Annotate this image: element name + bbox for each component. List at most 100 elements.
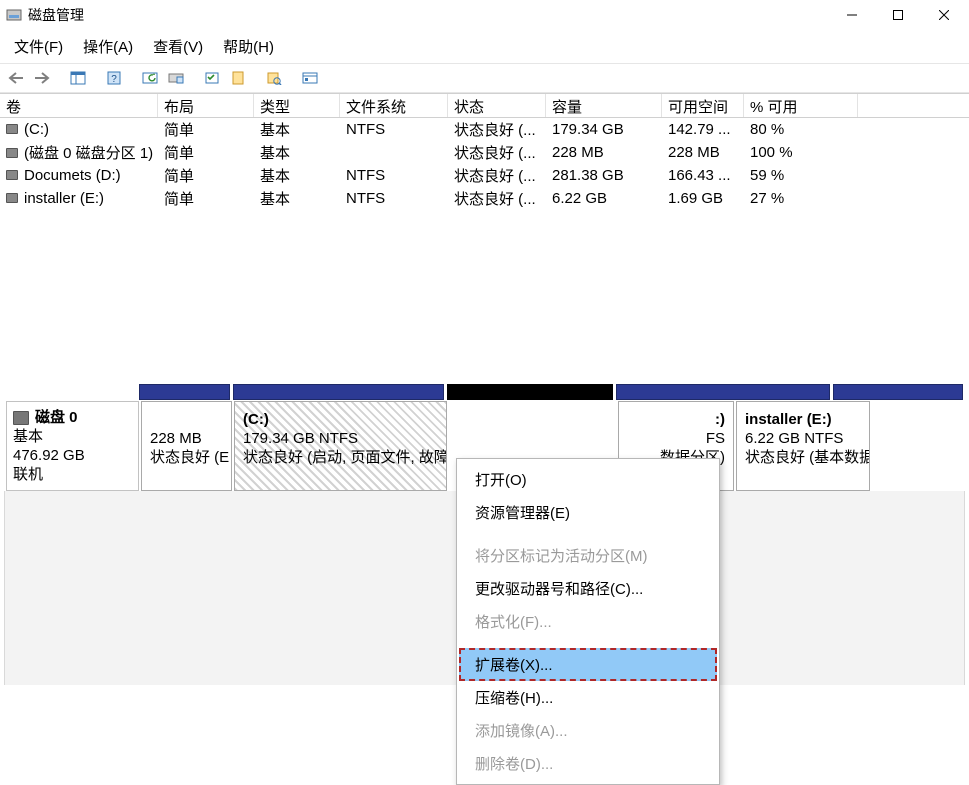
- cell-type: 基本: [254, 188, 340, 209]
- col-type[interactable]: 类型: [254, 94, 340, 117]
- partition-color-strip: [6, 384, 963, 400]
- cell-layout: 简单: [158, 119, 254, 140]
- menu-bar: 文件(F) 操作(A) 查看(V) 帮助(H): [0, 30, 969, 63]
- properties-button[interactable]: [298, 66, 322, 90]
- back-button[interactable]: [4, 66, 28, 90]
- cell-free: 1.69 GB: [662, 190, 744, 207]
- refresh-button[interactable]: [138, 66, 162, 90]
- show-hide-tree-button[interactable]: [66, 66, 90, 90]
- disk-name: 磁盘 0: [35, 409, 78, 426]
- menu-file[interactable]: 文件(F): [4, 34, 73, 59]
- partition-status: 状态良好 (E: [150, 448, 223, 467]
- cell-pctfree: 100 %: [744, 144, 858, 161]
- table-header-row: 卷 布局 类型 文件系统 状态 容量 可用空间 % 可用: [0, 94, 969, 118]
- svg-text:?: ?: [111, 74, 117, 85]
- volume-icon: [6, 170, 18, 180]
- cell-fs: NTFS: [340, 190, 448, 207]
- partition-status: 状态良好 (基本数据: [745, 448, 861, 467]
- cell-type: 基本: [254, 142, 340, 163]
- rescan-disks-button[interactable]: [164, 66, 188, 90]
- ctx-format: 格式化(F)...: [459, 605, 717, 638]
- col-fs[interactable]: 文件系统: [340, 94, 448, 117]
- cell-free: 166.43 ...: [662, 167, 744, 184]
- cell-pctfree: 80 %: [744, 121, 858, 138]
- cell-layout: 简单: [158, 188, 254, 209]
- cell-type: 基本: [254, 165, 340, 186]
- cell-type: 基本: [254, 119, 340, 140]
- close-button[interactable]: [921, 0, 967, 30]
- menu-action[interactable]: 操作(A): [73, 34, 143, 59]
- partition-size: FS: [619, 429, 725, 448]
- partition-size: 6.22 GB NTFS: [745, 429, 861, 448]
- app-icon: [6, 7, 22, 23]
- ctx-shrink-volume[interactable]: 压缩卷(H)...: [459, 681, 717, 714]
- cell-free: 142.79 ...: [662, 121, 744, 138]
- volume-icon: [6, 124, 18, 134]
- forward-button[interactable]: [30, 66, 54, 90]
- cell-layout: 简单: [158, 142, 254, 163]
- cell-fs: NTFS: [340, 167, 448, 184]
- volume-icon: [6, 148, 18, 158]
- settings-bottom-button[interactable]: [226, 66, 250, 90]
- disk-info-panel[interactable]: 磁盘 0 基本 476.92 GB 联机: [6, 401, 139, 491]
- maximize-button[interactable]: [875, 0, 921, 30]
- title-bar: 磁盘管理: [0, 0, 969, 30]
- disk-icon: [13, 411, 29, 425]
- ctx-delete-volume: 删除卷(D)...: [459, 747, 717, 780]
- col-pctfree[interactable]: % 可用: [744, 94, 858, 117]
- cell-status: 状态良好 (...: [448, 142, 546, 163]
- partition-size: 179.34 GB NTFS: [243, 429, 438, 448]
- table-row[interactable]: (C:) 简单 基本 NTFS 状态良好 (... 179.34 GB 142.…: [0, 118, 969, 141]
- ctx-change-drive-letter[interactable]: 更改驱动器号和路径(C)...: [459, 572, 717, 605]
- ctx-add-mirror: 添加镜像(A)...: [459, 714, 717, 747]
- cell-pctfree: 59 %: [744, 167, 858, 184]
- cell-status: 状态良好 (...: [448, 165, 546, 186]
- partition-efi[interactable]: 228 MB 状态良好 (E: [141, 401, 232, 491]
- cell-capacity: 6.22 GB: [546, 190, 662, 207]
- cell-name: (磁盘 0 磁盘分区 1): [24, 145, 153, 162]
- window-title: 磁盘管理: [28, 5, 84, 25]
- cell-name: installer (E:): [24, 190, 104, 207]
- context-menu: 打开(O) 资源管理器(E) 将分区标记为活动分区(M) 更改驱动器号和路径(C…: [456, 458, 720, 785]
- cell-free: 228 MB: [662, 144, 744, 161]
- cell-name: (C:): [24, 121, 49, 138]
- menu-help[interactable]: 帮助(H): [213, 34, 284, 59]
- partition-name: :): [619, 410, 725, 429]
- partition-c[interactable]: (C:) 179.34 GB NTFS 状态良好 (启动, 页面文件, 故障: [234, 401, 447, 491]
- col-status[interactable]: 状态: [448, 94, 546, 117]
- table-row[interactable]: Documets (D:) 简单 基本 NTFS 状态良好 (... 281.3…: [0, 164, 969, 187]
- cell-status: 状态良好 (...: [448, 188, 546, 209]
- table-row[interactable]: (磁盘 0 磁盘分区 1) 简单 基本 状态良好 (... 228 MB 228…: [0, 141, 969, 164]
- settings-top-button[interactable]: [200, 66, 224, 90]
- ctx-open[interactable]: 打开(O): [459, 463, 717, 496]
- disk-state: 联机: [13, 465, 132, 484]
- disk-type: 基本: [13, 427, 132, 446]
- ctx-extend-volume[interactable]: 扩展卷(X)...: [459, 648, 717, 681]
- col-capacity[interactable]: 容量: [546, 94, 662, 117]
- ctx-mark-active: 将分区标记为活动分区(M): [459, 539, 717, 572]
- col-free[interactable]: 可用空间: [662, 94, 744, 117]
- cell-status: 状态良好 (...: [448, 119, 546, 140]
- partition-e[interactable]: installer (E:) 6.22 GB NTFS 状态良好 (基本数据: [736, 401, 870, 491]
- col-volume[interactable]: 卷: [0, 94, 158, 117]
- cell-capacity: 281.38 GB: [546, 167, 662, 184]
- col-layout[interactable]: 布局: [158, 94, 254, 117]
- cell-pctfree: 27 %: [744, 190, 858, 207]
- partition-name: (C:): [243, 410, 438, 429]
- ctx-explorer[interactable]: 资源管理器(E): [459, 496, 717, 529]
- menu-view[interactable]: 查看(V): [143, 34, 213, 59]
- cell-name: Documets (D:): [24, 167, 121, 184]
- help-button[interactable]: ?: [102, 66, 126, 90]
- volume-table: 卷 布局 类型 文件系统 状态 容量 可用空间 % 可用 (C:) 简单 基本 …: [0, 93, 969, 210]
- minimize-button[interactable]: [829, 0, 875, 30]
- partition-size: 228 MB: [150, 429, 223, 448]
- cell-fs: NTFS: [340, 121, 448, 138]
- partition-status: 状态良好 (启动, 页面文件, 故障: [243, 448, 438, 467]
- cell-capacity: 179.34 GB: [546, 121, 662, 138]
- table-row[interactable]: installer (E:) 简单 基本 NTFS 状态良好 (... 6.22…: [0, 187, 969, 210]
- disk-size: 476.92 GB: [13, 446, 132, 465]
- volume-icon: [6, 193, 18, 203]
- partition-name: installer (E:): [745, 410, 861, 429]
- settings-view-button[interactable]: [262, 66, 286, 90]
- cell-capacity: 228 MB: [546, 144, 662, 161]
